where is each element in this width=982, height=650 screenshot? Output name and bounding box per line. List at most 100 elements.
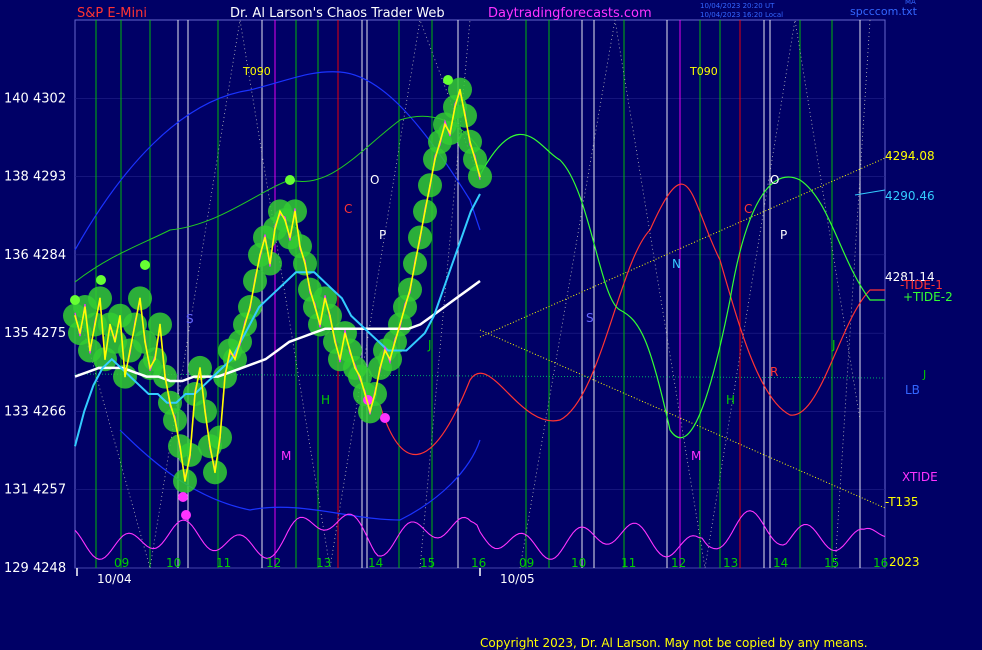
price-point bbox=[379, 367, 381, 369]
hour-tick-label: 16 bbox=[873, 556, 888, 570]
swing-high-dot bbox=[96, 275, 106, 285]
date-label-1: 10/04 bbox=[97, 572, 132, 586]
y-tick-pct: 135 bbox=[4, 326, 29, 341]
planet-label: S bbox=[186, 312, 194, 326]
planet-label: P bbox=[780, 228, 787, 242]
hour-tick-label: 10 bbox=[571, 556, 586, 570]
price-point bbox=[429, 184, 431, 187]
price-point bbox=[474, 158, 476, 160]
price-point bbox=[254, 280, 256, 282]
price-point bbox=[99, 297, 101, 300]
date-label-2: 10/05 bbox=[500, 572, 535, 586]
y-tick-pct: 133 bbox=[4, 404, 29, 419]
price-point bbox=[399, 323, 401, 326]
lb-label: LB bbox=[905, 383, 920, 397]
planet-label: J bbox=[831, 338, 836, 352]
right-value-2: 4290.46 bbox=[885, 189, 935, 203]
price-point bbox=[374, 393, 376, 395]
hour-tick-label: 13 bbox=[723, 556, 738, 570]
hour-tick-label: 12 bbox=[266, 556, 281, 570]
price-point bbox=[349, 349, 351, 352]
hour-tick-label: 11 bbox=[621, 556, 636, 570]
site-link[interactable]: Daytradingforecasts.com bbox=[488, 6, 652, 21]
hour-tick-label: 09 bbox=[114, 556, 129, 570]
hour-tick-label: 10 bbox=[166, 556, 181, 570]
price-point bbox=[184, 480, 186, 482]
hour-tick-label: 09 bbox=[519, 556, 534, 570]
price-point bbox=[389, 358, 391, 361]
instrument-label: S&P E-Mini bbox=[77, 6, 147, 21]
price-point bbox=[119, 314, 121, 317]
price-point bbox=[219, 436, 221, 439]
price-point bbox=[234, 358, 236, 361]
y-tick-pct: 136 bbox=[4, 248, 29, 263]
price-point bbox=[189, 454, 191, 456]
chaos-chart: 129 4248 131 4257 133 4266 135 4275 136 4284 138 42… bbox=[4, 0, 953, 650]
price-point bbox=[104, 358, 106, 361]
price-point bbox=[304, 262, 306, 265]
y-tick-pct: 131 bbox=[4, 483, 29, 498]
price-point bbox=[424, 210, 426, 213]
copyright: Copyright 2023, Dr. Al Larson. May not b… bbox=[480, 636, 868, 650]
price-point bbox=[434, 158, 436, 160]
planet-label: M bbox=[691, 449, 701, 463]
price-point bbox=[174, 419, 176, 421]
price-point bbox=[419, 236, 421, 239]
y-tick-pct: 138 bbox=[4, 170, 29, 185]
swing-high-dot bbox=[443, 75, 453, 85]
dotted-ray bbox=[834, 19, 871, 569]
year-label: 2023 bbox=[889, 555, 920, 569]
swing-high-dot bbox=[140, 260, 150, 270]
price-point bbox=[289, 236, 291, 239]
y-tick-price: 4293 bbox=[33, 170, 66, 185]
price-point bbox=[159, 323, 161, 326]
y-tick-pct: 140 bbox=[4, 91, 29, 106]
hour-tick-label: 11 bbox=[216, 556, 231, 570]
price-point bbox=[459, 88, 461, 91]
price-point bbox=[384, 349, 386, 352]
price-point bbox=[324, 297, 326, 300]
price-point bbox=[134, 323, 136, 326]
forecast-tide2 bbox=[479, 133, 885, 439]
price-point bbox=[334, 341, 336, 343]
right-value-1: 4294.08 bbox=[885, 149, 935, 163]
price-point bbox=[229, 349, 231, 352]
price-point bbox=[364, 393, 366, 395]
price-point bbox=[464, 114, 466, 117]
t135-label: -T135 bbox=[885, 495, 918, 509]
price-point bbox=[259, 254, 261, 256]
price-point bbox=[369, 410, 371, 413]
price-point bbox=[274, 227, 276, 230]
y-tick-price: 4302 bbox=[33, 91, 66, 106]
price-point bbox=[244, 323, 246, 326]
price-point bbox=[294, 210, 296, 213]
planet-label: P bbox=[379, 228, 386, 242]
price-point bbox=[414, 262, 416, 265]
y-tick-price: 4266 bbox=[33, 404, 66, 419]
planet-label: S bbox=[586, 311, 594, 325]
y-tick-pct: 129 bbox=[4, 561, 29, 576]
price-point bbox=[444, 123, 446, 126]
price-point bbox=[269, 262, 271, 265]
planet-label: H bbox=[726, 393, 735, 407]
price-point bbox=[339, 358, 341, 361]
price-point bbox=[179, 445, 181, 448]
price-point bbox=[129, 349, 131, 352]
planet-label: M bbox=[281, 449, 291, 463]
price-point bbox=[394, 341, 396, 343]
y-tick-price: 4284 bbox=[33, 248, 66, 263]
price-point bbox=[449, 132, 451, 134]
price-point bbox=[149, 367, 151, 369]
hour-tick-label: 16 bbox=[471, 556, 486, 570]
price-point bbox=[329, 314, 331, 317]
grid-layer bbox=[75, 20, 885, 576]
price-point bbox=[314, 306, 316, 308]
price-point bbox=[109, 323, 111, 326]
price-point bbox=[404, 306, 406, 308]
price-point bbox=[479, 175, 481, 178]
price-point bbox=[279, 210, 281, 213]
author-label: Dr. Al Larson's Chaos Trader Web bbox=[230, 6, 445, 21]
price-point bbox=[249, 306, 251, 308]
price-point bbox=[89, 349, 91, 352]
y-tick-price: 4248 bbox=[33, 561, 66, 576]
